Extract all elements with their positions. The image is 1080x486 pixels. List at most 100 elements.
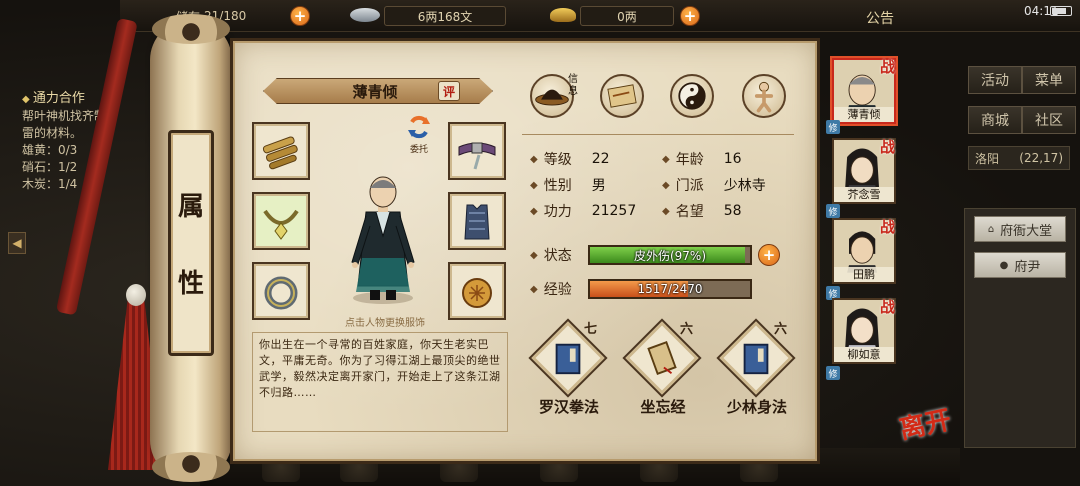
scroll-icon: [634, 330, 690, 386]
activity-button[interactable]: 活动: [968, 66, 1022, 94]
stat-label: 名望: [675, 204, 704, 220]
exp-bar-text: 1517/2470: [637, 282, 703, 296]
building-prefect[interactable]: ● 府尹: [974, 252, 1066, 278]
equip-slot-belt[interactable]: [448, 122, 506, 180]
stat-fame: ◆ 名望 58: [662, 203, 742, 220]
manual-book-icon: [728, 330, 784, 386]
skill-name: 少林身法: [726, 398, 787, 416]
armor-vest-icon: [464, 204, 490, 240]
necklace-icon: [263, 209, 299, 240]
location-display: 洛阳 (22,17): [968, 146, 1070, 170]
stat-value: 少林寺: [723, 178, 766, 194]
quest-line: 雷的材料。: [22, 126, 83, 140]
entrust-label: 委托: [409, 145, 428, 155]
equip-slot-bracers[interactable]: [252, 122, 310, 180]
stat-label: 功力: [543, 204, 572, 220]
info-tag: 信息: [568, 74, 578, 97]
stat-gender: ◆ 性别 男: [530, 174, 606, 196]
battle-mark: 战: [880, 58, 896, 76]
party-member-name: 柳如意: [834, 347, 894, 362]
stat-power: ◆ 功力 21257: [530, 203, 637, 220]
cultivate-mark: 修: [826, 366, 840, 380]
party-member-name: 芥念雪: [834, 187, 894, 202]
tassel-bead: [126, 284, 146, 306]
stat-value: 男: [591, 178, 606, 194]
heal-plus-button[interactable]: +: [758, 244, 780, 266]
bracers-icon: [262, 136, 298, 170]
cultivate-mark: 修: [826, 204, 840, 218]
stat-sect: ◆ 门派 少林寺: [662, 174, 766, 196]
health-bar: 皮外伤(97%): [588, 245, 752, 265]
silver-amount: 6两168文: [384, 6, 506, 26]
skill-name: 罗汉拳法: [538, 398, 599, 416]
stat-label: 状态: [543, 248, 572, 264]
map-icon[interactable]: [600, 74, 644, 118]
community-button[interactable]: 社区: [1022, 106, 1076, 134]
divider: [522, 134, 794, 135]
portrait-hint: 点击人物更换服饰: [345, 318, 425, 329]
manual-book-icon: [540, 330, 596, 386]
menu-button[interactable]: 菜单: [1022, 66, 1076, 94]
location-name: 洛阳: [975, 151, 1000, 166]
party-member-name: 薄青倾: [834, 107, 894, 122]
character-portrait[interactable]: [338, 166, 428, 306]
stat-label: 门派: [675, 178, 704, 194]
stat-value: 22: [591, 151, 610, 167]
exp-row-label: ◆ 经验: [530, 278, 592, 300]
gold-amount: 0两: [580, 6, 674, 26]
equip-slot-talisman[interactable]: [448, 262, 506, 320]
exp-bar: 1517/2470: [588, 279, 752, 299]
person-icon: ●: [999, 259, 1009, 271]
stat-value: 16: [723, 151, 742, 167]
scroll-cap: [152, 14, 230, 44]
scroll-cap: [152, 452, 230, 482]
evaluate-button[interactable]: 评: [438, 81, 460, 101]
battle-mark: 战: [880, 138, 896, 156]
equip-slot-necklace[interactable]: [252, 192, 310, 250]
stat-label: 年龄: [675, 152, 704, 168]
stat-label: 性别: [543, 178, 572, 194]
gold-plus-button[interactable]: +: [680, 6, 700, 26]
battle-mark: 战: [880, 298, 896, 316]
battery-icon: [1050, 6, 1072, 16]
stat-label: 等级: [543, 152, 572, 168]
meridian-icon[interactable]: [742, 74, 786, 118]
stat-level: ◆ 等级 22: [530, 151, 610, 168]
building-list: [964, 208, 1076, 448]
entrust-icon[interactable]: [406, 114, 432, 140]
stat-value: 58: [723, 203, 742, 219]
equip-slot-ring[interactable]: [252, 262, 310, 320]
attributes-tab-char: 性: [177, 269, 204, 299]
quest-line: 帮叶神机找齐制: [22, 109, 107, 123]
collapse-left-icon[interactable]: ◀: [8, 232, 26, 254]
silver-icon: [350, 8, 380, 22]
stat-age: ◆ 年龄 16: [662, 151, 742, 168]
ring-icon: [264, 276, 298, 310]
gold-ingot-icon: [550, 8, 576, 22]
skill-name: 坐忘经: [640, 398, 686, 416]
character-name: 薄青倾: [352, 82, 398, 101]
health-bar-text: 皮外伤(97%): [633, 248, 707, 263]
talisman-icon: [462, 278, 492, 308]
cultivate-mark: 修: [826, 120, 840, 134]
attributes-tab-char: 属: [177, 192, 204, 222]
location-coords: (22,17): [1019, 151, 1063, 165]
quest-title: 通力合作: [22, 90, 152, 108]
character-bio: 你出生在一个寻常的百姓家庭，你天生老实巴文，平庸无奇。你为了习得江湖上最顶尖的绝…: [252, 332, 508, 432]
belt-icon: [458, 142, 496, 170]
equip-slot-armor[interactable]: [448, 192, 506, 250]
building-label: 府衙大堂: [1000, 223, 1053, 239]
battle-mark: 战: [880, 218, 896, 236]
shop-button[interactable]: 商城: [968, 106, 1022, 134]
attributes-tab[interactable]: 属 性: [168, 130, 214, 356]
stat-label: 经验: [543, 282, 572, 298]
building-icon: ⌂: [987, 223, 995, 235]
building-yamen-hall[interactable]: ⌂ 府衙大堂: [974, 216, 1066, 242]
storage-plus-button[interactable]: +: [290, 6, 310, 26]
bagua-icon[interactable]: [670, 74, 714, 118]
quest-line: 雄黄：0/3: [22, 143, 78, 157]
announcement-button[interactable]: 公告: [866, 8, 894, 28]
status-row-label: ◆ 状态: [530, 244, 592, 266]
stat-value: 21257: [591, 203, 637, 219]
party-member-name: 田鹏: [834, 267, 894, 282]
